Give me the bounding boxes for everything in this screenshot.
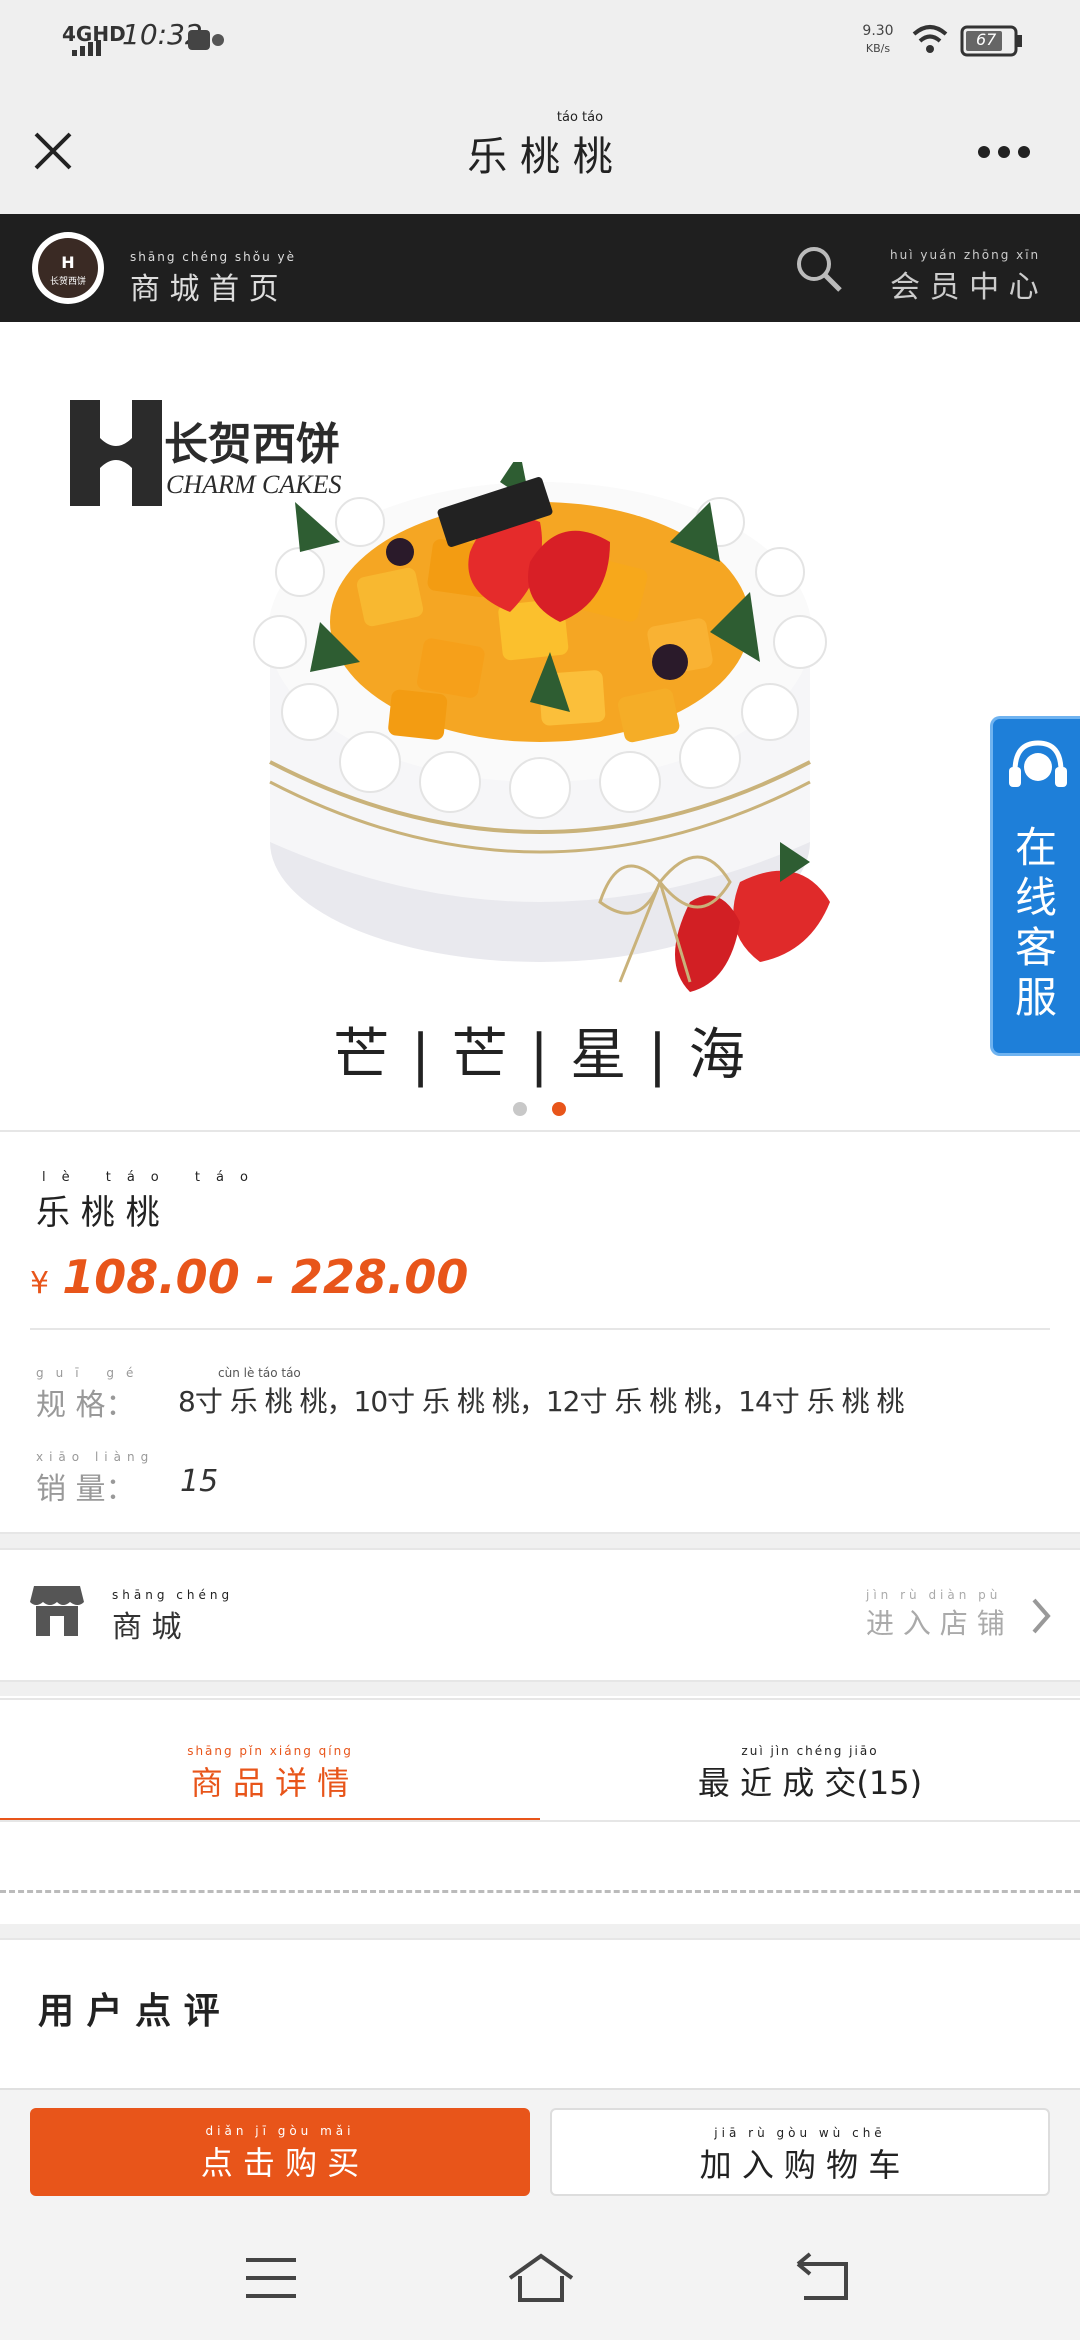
cake-image	[240, 452, 860, 1032]
tab-recent-transactions[interactable]: zuì jìn chéng jiāo 最 近 成 交(15)	[540, 1700, 1080, 1818]
store-name: shāng chéng 商 城	[112, 1588, 234, 1645]
carousel-dot-1[interactable]	[513, 1102, 527, 1116]
reviews-title: 用 户 点 评	[38, 1991, 220, 2032]
menu-icon[interactable]	[244, 2256, 298, 2300]
section-divider	[0, 1924, 1080, 1940]
divider	[0, 1130, 1080, 1132]
logo-text: 长贺西饼	[49, 277, 86, 287]
spec-label: guī gé 规 格：	[36, 1366, 146, 1423]
wifi-icon	[910, 22, 950, 58]
back-icon[interactable]	[794, 2252, 850, 2302]
system-navigation-bar	[0, 2212, 1080, 2340]
buy-now-button[interactable]: diǎn jī gòu mǎi 点 击 购 买	[30, 2108, 530, 2196]
section-divider	[0, 1680, 1080, 1696]
divider	[30, 1328, 1050, 1330]
status-bar: 4GHD 10:32 9.30 KB/s 67	[0, 0, 1080, 84]
store-icon	[30, 1582, 84, 1638]
spec-value: cùn lè táo táo 8寸 乐 桃 桃，10寸 乐 桃 桃，12寸 乐 …	[178, 1366, 905, 1418]
product-name: lè táo táo 乐 桃 桃	[36, 1170, 264, 1233]
detail-tabs: shāng pǐn xiáng qíng 商 品 详 情 zuì jìn ché…	[0, 1698, 1080, 1822]
title-bar: táo táo 乐 桃 桃	[0, 84, 1080, 214]
svg-text:H: H	[61, 253, 74, 272]
purchase-bar: diǎn jī gòu mǎi 点 击 购 买 jiā rù gòu wù ch…	[0, 2088, 1080, 2214]
shop-logo[interactable]: H 长贺西饼	[32, 232, 104, 304]
currency-symbol: ¥	[30, 1266, 50, 1301]
chevron-right-icon[interactable]	[1028, 1596, 1054, 1636]
battery-icon: 67	[960, 24, 1024, 58]
recording-icon	[186, 26, 226, 56]
store-row[interactable]: shāng chéng 商 城 jìn rù diàn pù 进 入 店 铺	[0, 1550, 1080, 1678]
headset-icon	[1005, 737, 1071, 797]
search-icon[interactable]	[794, 244, 844, 294]
divider	[0, 1820, 1080, 1822]
tab-product-details[interactable]: shāng pǐn xiáng qíng 商 品 详 情	[0, 1700, 540, 1822]
section-divider	[0, 1532, 1080, 1550]
price-range: 108.00 - 228.00	[62, 1250, 469, 1304]
page-title: táo táo 乐 桃 桃	[467, 110, 613, 180]
shop-header: H 长贺西饼 shāng chéng shǒu yè 商 城 首 页 huì y…	[0, 214, 1080, 322]
add-to-cart-button[interactable]: jiā rù gòu wù chē 加 入 购 物 车	[550, 2108, 1050, 2196]
shop-home-link[interactable]: shāng chéng shǒu yè 商 城 首 页	[130, 250, 310, 310]
member-center-link[interactable]: huì yuán zhōng xīn 会 员 中 心	[890, 248, 1070, 308]
carousel-dot-2[interactable]	[552, 1102, 566, 1116]
network-speed: 9.30 KB/s	[862, 23, 894, 55]
more-icon[interactable]	[976, 144, 1032, 158]
online-service-button[interactable]: 在线客服	[990, 716, 1080, 1056]
signal-icon	[70, 40, 110, 56]
online-service-label: 在线客服	[1015, 823, 1058, 1022]
sales-value: 15	[180, 1464, 219, 1499]
enter-store-link[interactable]: jìn rù diàn pù 进 入 店 铺	[866, 1588, 1005, 1642]
product-slogan: 芒 | 芒 | 星 | 海	[333, 1023, 747, 1088]
product-price: ¥ 108.00 - 228.00	[30, 1250, 468, 1304]
home-icon[interactable]	[506, 2252, 576, 2304]
dashed-divider	[0, 1890, 1080, 1893]
battery-level: 67	[976, 30, 997, 49]
product-image-carousel[interactable]: 长贺西饼 CHARM CAKES 芒 | 芒 | 星 | 海	[0, 322, 1080, 1130]
sales-label: xiāo liàng 销 量：	[36, 1450, 155, 1507]
